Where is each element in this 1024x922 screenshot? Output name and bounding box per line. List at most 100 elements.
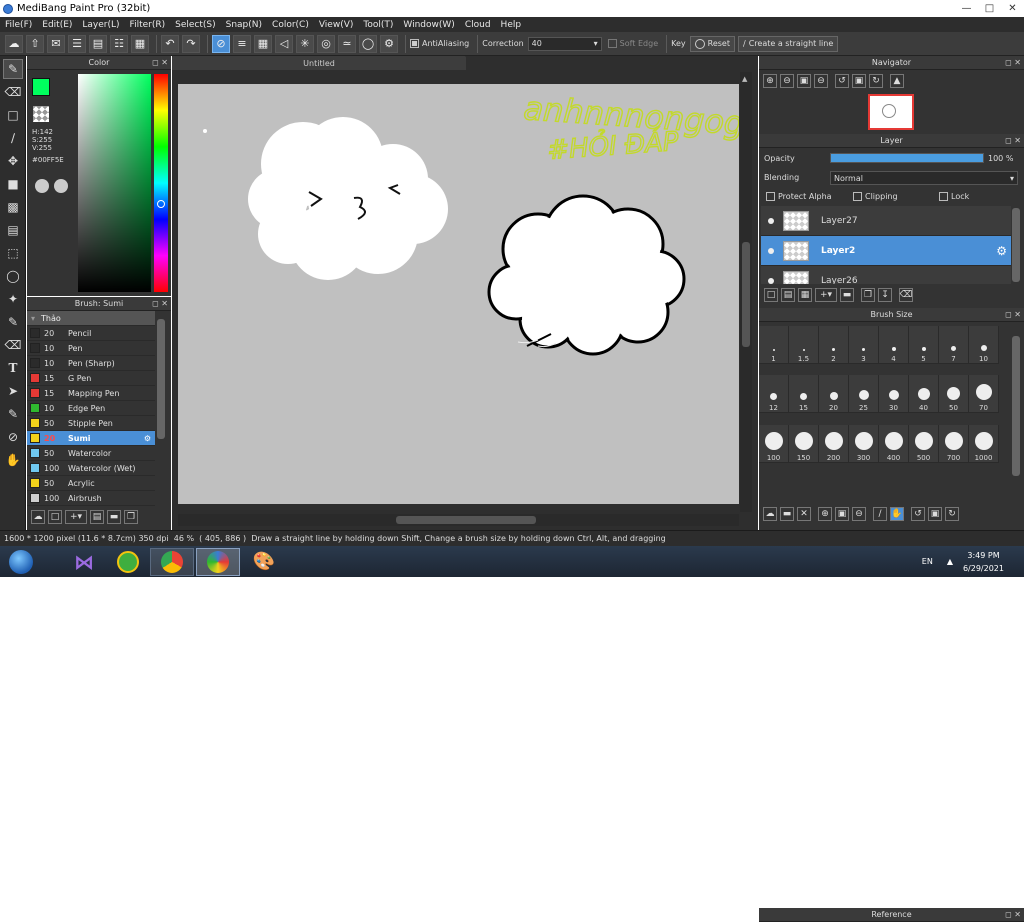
brush-size-cell[interactable]: 150: [789, 424, 819, 463]
rectangle-tool-icon[interactable]: □: [3, 105, 23, 125]
taskbar-paint[interactable]: 🎨: [242, 548, 286, 576]
palette-add-icon[interactable]: [54, 179, 68, 193]
circle-snap-icon[interactable]: ◯: [359, 34, 377, 53]
reference-flip-icon[interactable]: ▣: [928, 507, 942, 521]
rotate-left-icon[interactable]: ↺: [835, 74, 849, 88]
menu-file[interactable]: File(F): [0, 20, 37, 30]
brush-size-cell[interactable]: 1: [759, 326, 789, 364]
brush-item[interactable]: 15 G Pen: [27, 371, 155, 386]
visibility-icon[interactable]: [768, 277, 774, 284]
curve-snap-icon[interactable]: ≃: [338, 34, 356, 53]
menu-layer[interactable]: Layer(L): [77, 20, 124, 30]
protect-alpha-option[interactable]: Protect Alpha: [766, 192, 832, 201]
create-straight-line-button[interactable]: ∕ Create a straight line: [738, 35, 839, 52]
copy-brush-icon[interactable]: ▤: [90, 510, 104, 524]
zoom-in-icon[interactable]: ⊕: [763, 74, 777, 88]
palette-icon[interactable]: [35, 179, 49, 193]
layer-row[interactable]: Layer26: [761, 266, 1011, 284]
merge-layer-icon[interactable]: ↧: [878, 288, 892, 302]
layer-list-scrollbar[interactable]: [1012, 208, 1020, 282]
gear-icon[interactable]: ⚙: [144, 434, 151, 443]
reference-zoom-out-icon[interactable]: ⊖: [852, 507, 866, 521]
cross-snap-icon[interactable]: ▦: [254, 34, 272, 53]
cloud-brush-icon[interactable]: ☁: [31, 510, 45, 524]
blending-select[interactable]: Normal ▾: [830, 171, 1018, 185]
menu-edit[interactable]: Edit(E): [37, 20, 77, 30]
brush-size-cell[interactable]: 1000: [969, 424, 999, 463]
hue-slider-handle[interactable]: [157, 200, 165, 208]
brush-item[interactable]: 50 Watercolor: [27, 446, 155, 461]
brush-size-cell[interactable]: 300: [849, 424, 879, 463]
menu-window[interactable]: Window(W): [398, 20, 459, 30]
brush-size-cell[interactable]: 500: [909, 424, 939, 463]
menu-color[interactable]: Color(C): [267, 20, 314, 30]
move-tool-icon[interactable]: ✥: [3, 151, 23, 171]
folder-icon[interactable]: ▬: [107, 510, 121, 524]
chat-icon[interactable]: ☰: [68, 34, 86, 53]
menu-view[interactable]: View(V): [314, 20, 359, 30]
brush-size-cell[interactable]: 10: [969, 326, 999, 364]
horizontal-scroll-thumb[interactable]: [396, 516, 536, 524]
menu-help[interactable]: Help: [496, 20, 527, 30]
brush-size-cell[interactable]: 400: [879, 424, 909, 463]
maximize-button[interactable]: □: [978, 0, 1001, 17]
brush-tool-icon[interactable]: ✎: [3, 59, 23, 79]
brush-item-selected[interactable]: 20 Sumi ⚙: [27, 431, 155, 446]
eyedropper-tool-icon[interactable]: ⊘: [3, 427, 23, 447]
new-halftone-layer-icon[interactable]: ▤: [781, 288, 795, 302]
menu-snap[interactable]: Snap(N): [221, 20, 267, 30]
tab-untitled[interactable]: Untitled: [172, 56, 466, 70]
text-tool-icon[interactable]: T: [3, 358, 23, 378]
actual-size-icon[interactable]: ⊖: [814, 74, 828, 88]
bucket-tool-icon[interactable]: ▩: [3, 197, 23, 217]
layer-folder-icon[interactable]: ▬: [840, 288, 854, 302]
brush-size-cell[interactable]: 1.5: [789, 326, 819, 364]
menu-filter[interactable]: Filter(R): [125, 20, 171, 30]
rotate-right-icon[interactable]: ↻: [869, 74, 883, 88]
brush-size-cell[interactable]: 20: [819, 375, 849, 414]
operation-tool-icon[interactable]: ➤: [3, 381, 23, 401]
brush-size-cell[interactable]: 70: [969, 375, 999, 414]
new-8bit-layer-icon[interactable]: ▦: [798, 288, 812, 302]
reference-eyedropper-icon[interactable]: ∕: [873, 507, 887, 521]
brush-size-cell[interactable]: 50: [939, 375, 969, 414]
lock-option[interactable]: Lock: [939, 192, 969, 201]
lasso-tool-icon[interactable]: ◯: [3, 266, 23, 286]
zoom-out-icon[interactable]: ⊖: [780, 74, 794, 88]
taskbar-app[interactable]: [106, 548, 150, 576]
duplicate-layer-icon[interactable]: ❐: [861, 288, 875, 302]
add-brush-icon[interactable]: +▾: [65, 510, 87, 524]
brush-size-scrollbar[interactable]: [1012, 336, 1020, 476]
tray-expand-icon[interactable]: ▲: [947, 557, 953, 566]
delete-layer-icon[interactable]: ⌫: [899, 288, 913, 302]
reference-hand-icon[interactable]: ✋: [890, 507, 904, 521]
hue-slider[interactable]: [154, 74, 168, 292]
brush-size-cell[interactable]: 200: [819, 424, 849, 463]
panel-close-icon[interactable]: ◻ ✕: [1005, 310, 1021, 319]
concentric-snap-icon[interactable]: ◎: [317, 34, 335, 53]
undo-icon[interactable]: ↶: [161, 34, 179, 53]
taskbar-medibang[interactable]: [196, 547, 240, 576]
comment-icon[interactable]: ✉: [47, 34, 65, 53]
brush-size-cell[interactable]: 12: [759, 375, 789, 414]
reset-view-icon[interactable]: ▲: [890, 74, 904, 88]
add-layer-menu-icon[interactable]: +▾: [815, 288, 837, 302]
language-indicator[interactable]: EN: [922, 557, 933, 566]
start-button[interactable]: [4, 548, 38, 576]
reference-close-icon[interactable]: ✕: [797, 507, 811, 521]
correction-select[interactable]: 40 ▾: [527, 36, 602, 51]
visibility-icon[interactable]: [768, 217, 774, 224]
vertical-scroll-thumb[interactable]: [742, 242, 750, 347]
drawing-canvas[interactable]: anhnnnongogs #HỎI ĐÁP: [178, 84, 763, 504]
scroll-up-icon[interactable]: ▲: [742, 75, 747, 83]
brush-size-cell[interactable]: 30: [879, 375, 909, 414]
line-tool-icon[interactable]: ∕: [3, 128, 23, 148]
document-icon[interactable]: ▤: [89, 34, 107, 53]
new-layer-icon[interactable]: □: [764, 288, 778, 302]
brush-size-cell[interactable]: 100: [759, 424, 789, 463]
redo-icon[interactable]: ↷: [182, 34, 200, 53]
eraser-tool-icon[interactable]: ⌫: [3, 82, 23, 102]
layer-row[interactable]: Layer27: [761, 206, 1011, 236]
panel-close-icon[interactable]: ◻ ✕: [1005, 136, 1021, 145]
panel-close-icon[interactable]: ◻ ✕: [152, 299, 168, 308]
